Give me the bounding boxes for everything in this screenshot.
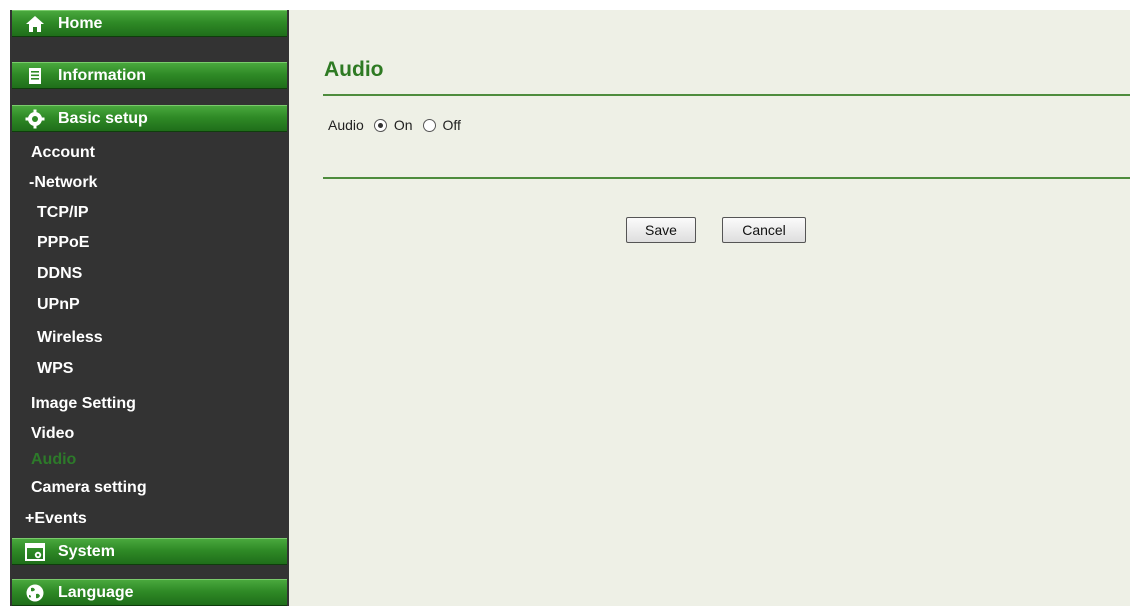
sidebar-item-events[interactable]: +Events — [25, 509, 87, 529]
menu-information[interactable]: Information — [12, 62, 287, 89]
home-icon — [24, 13, 46, 35]
sidebar-item-image-setting[interactable]: Image Setting — [31, 394, 136, 414]
menu-basic-setup[interactable]: Basic setup — [12, 105, 287, 132]
sidebar-item-upnp[interactable]: UPnP — [37, 295, 80, 315]
menu-system-label: System — [58, 543, 115, 560]
sidebar-item-camera-setting[interactable]: Camera setting — [31, 478, 147, 498]
audio-off-radio[interactable] — [422, 118, 436, 132]
audio-off-label: Off — [442, 117, 461, 133]
gear-icon — [24, 108, 46, 130]
title-divider — [323, 94, 1130, 96]
audio-on-label: On — [393, 117, 413, 133]
document-icon — [24, 65, 46, 87]
sidebar-item-wps[interactable]: WPS — [37, 359, 73, 379]
sidebar-item-account[interactable]: Account — [31, 143, 95, 163]
form-divider — [323, 177, 1130, 179]
page-title: Audio — [324, 58, 384, 81]
cancel-button[interactable]: Cancel — [722, 217, 806, 243]
sidebar: Home Information Basic setup Account -Ne… — [10, 10, 289, 606]
sidebar-item-pppoe[interactable]: PPPoE — [37, 233, 89, 253]
sidebar-item-audio[interactable]: Audio — [31, 450, 76, 470]
globe-icon — [24, 582, 46, 604]
sidebar-item-ddns[interactable]: DDNS — [37, 264, 82, 284]
save-button[interactable]: Save — [626, 217, 696, 243]
main-content: Audio Audio On Off Save Cancel — [289, 10, 1130, 606]
audio-on-radio[interactable] — [373, 118, 387, 132]
menu-home-label: Home — [58, 15, 103, 32]
menu-language[interactable]: Language — [12, 579, 287, 606]
sidebar-item-network[interactable]: -Network — [29, 173, 97, 193]
audio-label: Audio — [328, 117, 364, 133]
window-gear-icon — [24, 541, 46, 563]
sidebar-item-wireless[interactable]: Wireless — [37, 328, 103, 348]
menu-basic-setup-label: Basic setup — [58, 110, 148, 127]
menu-information-label: Information — [58, 67, 146, 84]
menu-system[interactable]: System — [12, 538, 287, 565]
sidebar-item-video[interactable]: Video — [31, 424, 74, 444]
audio-setting-row: Audio On Off — [328, 115, 461, 135]
menu-language-label: Language — [58, 584, 134, 601]
menu-home[interactable]: Home — [12, 10, 287, 37]
sidebar-item-tcpip[interactable]: TCP/IP — [37, 203, 89, 223]
